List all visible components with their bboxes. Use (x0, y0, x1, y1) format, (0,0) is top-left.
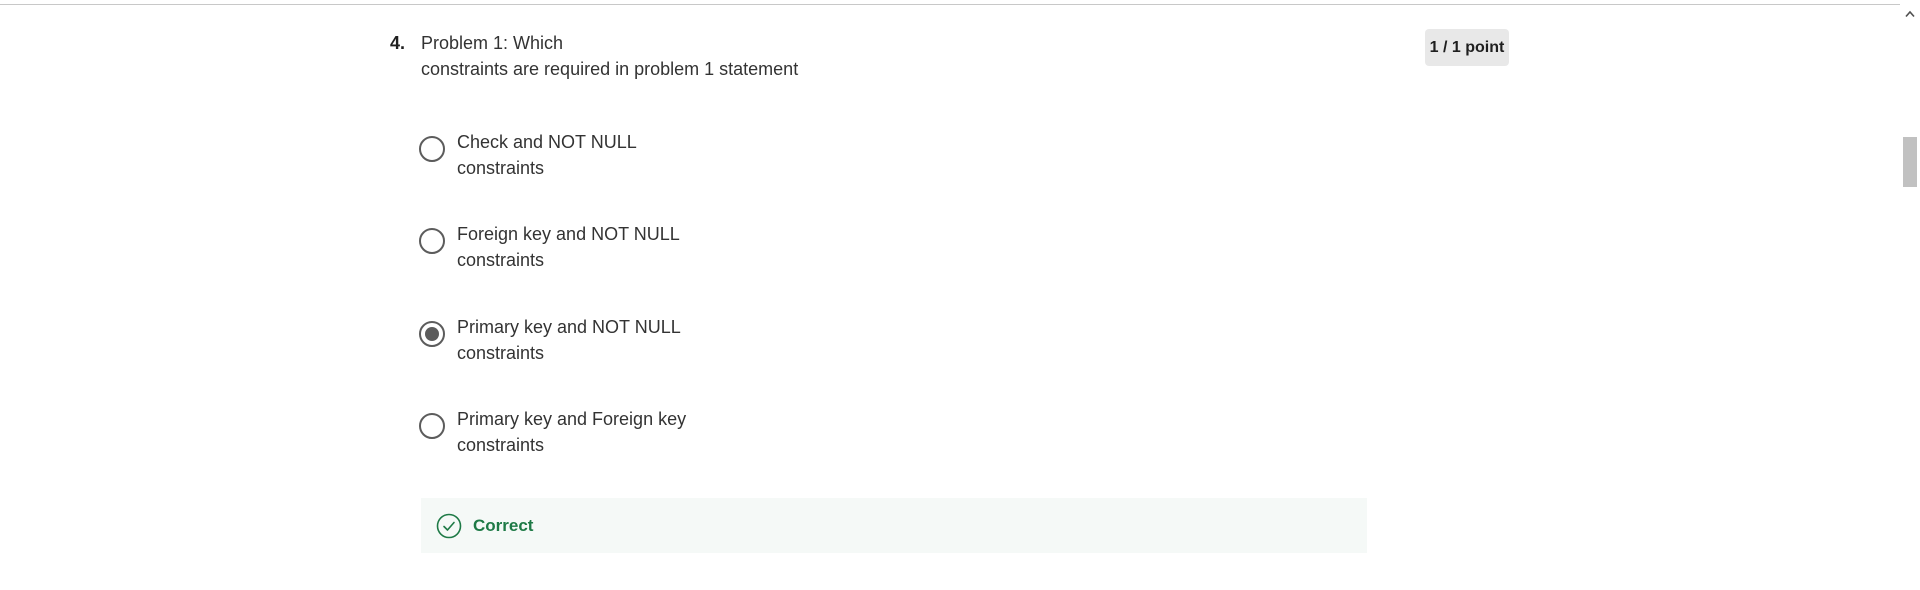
answer-option-label: Primary key and NOT NULL constraints (457, 314, 717, 366)
answer-option-3[interactable]: Primary key and NOT NULL constraints (419, 314, 759, 370)
answer-option-label-line-2: constraints (457, 158, 545, 178)
feedback-box: Correct (421, 498, 1367, 553)
answer-option-2[interactable]: Foreign key and NOT NULL constraints (419, 221, 759, 277)
check-circle-icon (436, 513, 462, 538)
scroll-up-button[interactable] (1900, 4, 1920, 24)
answer-option-label: Check and NOT NULL constraints (457, 129, 717, 181)
answer-option-label-line-2: constraints (457, 435, 545, 455)
answer-option-label: Foreign key and NOT NULL constraints (457, 221, 717, 273)
radio-button-selected[interactable] (419, 321, 445, 347)
answer-option-label-line-2: constraints (457, 250, 545, 270)
answer-option-label-line-1: Primary key and Foreign key (457, 409, 687, 429)
answer-option-1[interactable]: Check and NOT NULL constraints (419, 129, 759, 185)
chevron-up-icon (1905, 10, 1915, 18)
question-text-line-2: constraints are required in problem 1 st… (421, 59, 799, 79)
quiz-question: 4. Problem 1: Which constraints are requ… (0, 0, 1900, 590)
answer-option-label: Primary key and Foreign key constraints (457, 406, 717, 458)
question-text-line-1: Problem 1: Which (421, 33, 564, 53)
answer-option-label-line-1: Check and NOT NULL (457, 132, 637, 152)
answer-option-4[interactable]: Primary key and Foreign key constraints (419, 406, 759, 462)
answer-option-label-line-2: constraints (457, 343, 545, 363)
answer-option-label-line-1: Foreign key and NOT NULL (457, 224, 680, 244)
radio-button[interactable] (419, 136, 445, 162)
question-text: Problem 1: Which constraints are require… (421, 30, 861, 82)
answer-option-label-line-1: Primary key and NOT NULL (457, 317, 681, 337)
points-badge: 1 / 1 point (1425, 29, 1509, 66)
radio-selected-dot (425, 327, 439, 341)
question-number: 4. (390, 33, 406, 53)
radio-button[interactable] (419, 413, 445, 439)
scrollbar-thumb[interactable] (1903, 137, 1917, 187)
feedback-label: Correct (473, 515, 534, 535)
vertical-scrollbar[interactable] (1900, 0, 1920, 590)
radio-button[interactable] (419, 228, 445, 254)
